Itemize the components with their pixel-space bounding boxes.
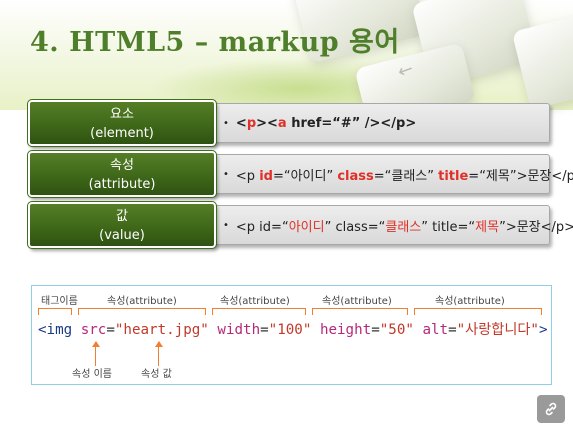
example-segment: <p id=“: [235, 219, 289, 235]
example-segment: p: [246, 115, 257, 131]
term-label-korean: 속성: [110, 158, 134, 173]
bracket-attribute: [212, 308, 306, 315]
code-tag: <img: [38, 322, 73, 338]
term-label: 요소 (element): [27, 99, 217, 147]
term-label-english: (value): [99, 228, 145, 243]
code-tag-close: >: [538, 322, 548, 338]
term-example-panel: • <p><a href=“#” /></p>: [208, 103, 550, 143]
term-label-korean: 요소: [110, 107, 134, 122]
page-title: 4. HTML5 – markup 용어: [30, 27, 400, 58]
example-segment: =“제목”>문장</p>: [468, 168, 573, 184]
code-attr-value: "50": [379, 322, 414, 338]
up-arrow-icon: [92, 341, 100, 366]
term-label-korean: 값: [116, 209, 128, 224]
header-attribute: 속성(attribute): [322, 296, 392, 307]
example-segment: =“아이디”: [272, 168, 338, 184]
header-attribute: 속성(attribute): [220, 296, 290, 307]
term-label-english: (attribute): [88, 177, 156, 192]
example-segment: id: [259, 168, 273, 184]
example-segment: class: [337, 168, 374, 184]
example-segment: ><: [256, 115, 278, 131]
header-attribute: 속성(attribute): [435, 296, 505, 307]
example-segment: 제목: [475, 219, 500, 235]
term-example-text: <p><a href=“#” /></p>: [236, 116, 416, 131]
code-attr-name: height: [319, 322, 372, 338]
img-tag-diagram: 태그이름 속성(attribute) 속성(attribute) 속성(attr…: [31, 285, 552, 385]
example-segment: 클래스: [385, 219, 422, 235]
bullet-icon: •: [223, 168, 229, 180]
code-attr-value: "사랑합니다": [456, 322, 539, 338]
example-segment: ” title=“: [421, 219, 476, 235]
annotation-attr-value: 속성 값: [141, 369, 172, 380]
bracket-attribute: [78, 308, 206, 315]
bracket-tag: [38, 308, 72, 315]
header-attribute: 속성(attribute): [107, 296, 177, 307]
example-segment: =“클래스”: [373, 168, 439, 184]
img-tag-code: <img src="heart.jpg" width="100" height=…: [38, 322, 548, 338]
link-icon: [545, 402, 557, 416]
code-attr-value: "100": [268, 322, 312, 338]
code-attr-name: src: [80, 322, 107, 338]
term-label: 값 (value): [27, 201, 217, 249]
annotation-attr-name: 속성 이름: [72, 369, 112, 380]
bullet-icon: •: [223, 117, 229, 129]
term-row-element: 요소 (element) • <p><a href=“#” /></p>: [27, 99, 553, 147]
bracket-attribute: [414, 308, 542, 315]
example-segment: href=“#” /></p>: [286, 115, 417, 131]
term-example-text: <p id=“아이디” class=“클래스” title=“제목”>문장</p…: [236, 216, 573, 235]
code-attr-name: width: [217, 322, 261, 338]
example-segment: title: [438, 168, 469, 184]
term-example-text: <p id=“아이디” class=“클래스” title=“제목”>문장</p…: [236, 165, 573, 184]
example-segment: a: [277, 115, 287, 131]
bracket-attribute: [312, 308, 408, 315]
link-button[interactable]: [537, 395, 565, 423]
example-segment: <: [235, 115, 247, 131]
term-label: 속성 (attribute): [27, 150, 217, 198]
up-arrow-icon: [155, 341, 163, 366]
example-segment: ” class=“: [324, 219, 386, 235]
term-example-panel: • <p id=“아이디” class=“클래스” title=“제목”>문장<…: [208, 205, 573, 245]
code-attr-name: alt: [422, 322, 449, 338]
term-example-panel: • <p id=“아이디” class=“클래스” title=“제목”>문장<…: [208, 154, 573, 194]
example-segment: 아이디: [288, 219, 325, 235]
header-tag-name: 태그이름: [41, 296, 78, 307]
term-row-attribute: 속성 (attribute) • <p id=“아이디” class=“클래스”…: [27, 150, 573, 198]
term-label-english: (element): [90, 126, 154, 141]
code-attr-value: "heart.jpg": [114, 322, 209, 338]
example-segment: ”>문장</p>: [499, 219, 573, 235]
bullet-icon: •: [223, 219, 229, 231]
term-row-value: 값 (value) • <p id=“아이디” class=“클래스” titl…: [27, 201, 573, 249]
example-segment: <p: [235, 168, 260, 184]
